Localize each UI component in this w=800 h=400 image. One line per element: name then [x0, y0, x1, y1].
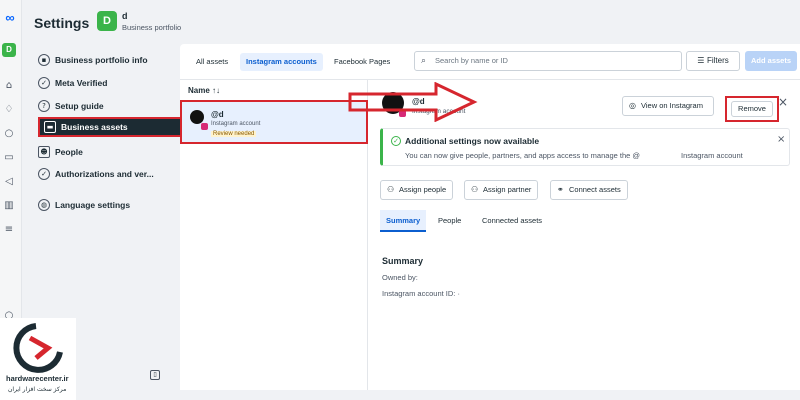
nav-item-authorizations[interactable]: ✓ Authorizations and ver... [38, 164, 168, 184]
business-avatar[interactable]: D [2, 43, 16, 57]
assign-partner-label: Assign partner [483, 185, 532, 194]
banner-body: You can now give people, partners, and a… [405, 151, 640, 160]
summary-heading: Summary [382, 256, 424, 266]
briefcase-icon: ▪ [38, 54, 50, 66]
partner-icon: ⚇ [471, 185, 479, 194]
avatar [190, 110, 204, 124]
watermark-text-fa: مرکز سخت افزار ایران [8, 386, 67, 393]
banner-close-icon[interactable]: × [777, 134, 785, 145]
assets-icon: ▬ [44, 121, 56, 133]
account-id-label: Instagram account ID: · [382, 289, 460, 298]
nav-item-language-settings[interactable]: ◍ Language settings [38, 195, 168, 215]
page-title: Settings [34, 15, 90, 31]
annotation-arrow [348, 82, 478, 122]
external-link-icon: ◎ [629, 101, 636, 110]
person-icon: ⚇ [387, 185, 395, 194]
people-icon: ☻ [38, 146, 50, 158]
nav-item-label: People [55, 147, 83, 157]
watermark: hardwarecenter.ir مرکز سخت افزار ایران [0, 318, 76, 400]
assign-people-button[interactable]: ⚇ Assign people [380, 180, 454, 200]
view-on-instagram-button[interactable]: ◎ View on Instagram [622, 96, 714, 116]
assets-panel: All assets Instagram accounts Facebook P… [180, 44, 800, 390]
close-icon[interactable]: × [778, 95, 788, 109]
nav-item-business-assets[interactable]: ▬ Business assets [38, 117, 188, 137]
search-input[interactable]: ⌕ Search by name or ID [414, 51, 682, 71]
search-placeholder: Search by name or ID [435, 56, 508, 65]
name-column-header[interactable]: Name ↑↓ [188, 86, 220, 95]
chat-icon[interactable]: ○ [3, 128, 15, 140]
watermark-text: hardwarecenter.ir [6, 374, 69, 383]
assign-people-label: Assign people [399, 185, 447, 194]
verified-icon: ✓ [38, 77, 50, 89]
remove-button[interactable]: Remove [731, 101, 773, 117]
asset-type: Instagram account [211, 121, 261, 127]
chart-icon[interactable]: ▥ [3, 200, 15, 212]
arrow-shape [348, 82, 478, 122]
add-assets-button[interactable]: Add assets [745, 51, 797, 71]
tab-people[interactable]: People [432, 210, 467, 232]
nav-item-label: Business assets [61, 122, 128, 132]
meta-logo-icon[interactable]: ∞ [0, 11, 20, 25]
tab-summary[interactable]: Summary [380, 210, 427, 232]
nav-item-people[interactable]: ☻ People [38, 142, 168, 162]
view-on-instagram-label: View on Instagram [641, 101, 703, 110]
tab-connected-assets[interactable]: Connected assets [476, 210, 548, 232]
nav-item-meta-verified[interactable]: ✓ Meta Verified [38, 73, 168, 93]
asset-type-tabs: All assets Instagram accounts Facebook P… [180, 44, 800, 80]
status-badge: Review needed [211, 131, 257, 137]
banner-title: Additional settings now available [405, 136, 540, 146]
filters-button[interactable]: ☰ Filters [686, 51, 740, 71]
business-portfolio-avatar[interactable]: D [97, 11, 117, 31]
filters-label: Filters [706, 56, 729, 65]
nav-item-label: Language settings [55, 200, 131, 210]
pages-icon[interactable]: ▭ [3, 152, 15, 164]
business-portfolio-subtitle: Business portfolio [122, 23, 182, 32]
tab-instagram-accounts[interactable]: Instagram accounts [240, 53, 323, 71]
menu-icon[interactable]: ≡ [3, 224, 15, 236]
connect-assets-label: Connect assets [569, 185, 621, 194]
instagram-icon [201, 123, 208, 130]
check-circle-icon: ✓ [391, 136, 401, 146]
watermark-logo [13, 323, 63, 373]
home-icon[interactable]: ⌂ [3, 80, 15, 92]
connect-assets-button[interactable]: ⚭ Connect assets [550, 180, 628, 200]
asset-detail: @d Instagram account ◎ View on Instagram… [348, 80, 800, 390]
asset-name: @d [211, 110, 224, 119]
info-banner: ✓ Additional settings now available You … [380, 128, 790, 166]
header: Settings D d Business portfolio [22, 0, 800, 44]
asset-list: Name ↑↓ @d Instagram account Review need… [180, 80, 368, 390]
link-icon: ⚭ [557, 185, 564, 194]
tab-facebook-pages[interactable]: Facebook Pages [328, 53, 396, 71]
globe-icon: ◍ [38, 199, 50, 211]
nav-item-business-portfolio-info[interactable]: ▪ Business portfolio info [38, 50, 168, 70]
bell-icon[interactable]: ♢ [3, 104, 15, 116]
collapse-sidebar-icon[interactable]: ▯ [150, 370, 160, 380]
nav-item-label: Authorizations and ver... [55, 169, 154, 179]
shield-check-icon: ✓ [38, 168, 50, 180]
owned-by-label: Owned by: [382, 273, 418, 282]
business-portfolio-name[interactable]: d [122, 11, 128, 21]
megaphone-icon[interactable]: ◁ [3, 176, 15, 188]
question-icon: ? [38, 100, 50, 112]
banner-body-tail: Instagram account [681, 151, 743, 160]
remove-button-highlight: Remove [725, 96, 779, 122]
detail-subtabs: Summary People Connected assets [380, 210, 790, 232]
list-item[interactable]: @d Instagram account Review needed [180, 100, 368, 144]
nav-item-label: Meta Verified [55, 78, 108, 88]
nav-item-label: Business portfolio info [55, 55, 148, 65]
filter-icon: ☰ [697, 56, 707, 65]
tab-all-assets[interactable]: All assets [190, 53, 234, 71]
search-icon: ⌕ [421, 56, 427, 66]
nav-item-setup-guide[interactable]: ? Setup guide [38, 96, 168, 116]
assign-partner-button[interactable]: ⚇ Assign partner [464, 180, 539, 200]
nav-item-label: Setup guide [55, 101, 104, 111]
